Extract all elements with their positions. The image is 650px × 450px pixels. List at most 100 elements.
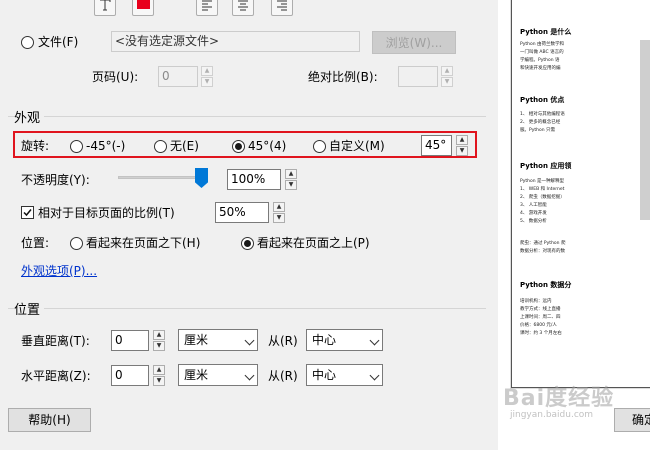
- opacity-slider-thumb[interactable]: [195, 168, 208, 188]
- preview-line: 培训机构：远内: [520, 299, 552, 304]
- baidu-watermark-logo: Bai度经验: [503, 386, 615, 411]
- rotation-custom-radio[interactable]: [313, 140, 326, 153]
- appearance-group-title: 外观: [14, 107, 45, 126]
- chevron-down-icon: [244, 370, 255, 381]
- opacity-stepper[interactable]: ▲ ▼: [285, 169, 297, 190]
- preview-line: 教学方式：线上直播: [520, 307, 561, 312]
- page-number-stepper[interactable]: ▲ ▼: [201, 66, 213, 87]
- rotation-minus45-label[interactable]: -45°(-): [86, 138, 125, 154]
- up-arrow-icon[interactable]: ▲: [201, 66, 213, 76]
- page-number-input[interactable]: 0: [158, 66, 198, 87]
- horizontal-unit-value: 厘米: [184, 368, 209, 382]
- vertical-from-value: 中心: [312, 333, 337, 347]
- up-arrow-icon[interactable]: ▲: [441, 66, 453, 76]
- opacity-input[interactable]: 100%: [227, 169, 281, 190]
- preview-line: 2、 更多的概念已经: [520, 120, 561, 125]
- preview-line: 价格：6800 元/人: [520, 323, 557, 328]
- preview-line: 数据分析：对现有的数: [520, 249, 565, 254]
- vertical-distance-stepper[interactable]: ▲ ▼: [153, 330, 165, 351]
- up-arrow-icon[interactable]: ▲: [285, 169, 297, 179]
- vertical-from-label: 从(R): [268, 334, 298, 348]
- behind-page-radio[interactable]: [70, 237, 83, 250]
- relative-scale-stepper[interactable]: ▲ ▼: [273, 202, 285, 223]
- preview-line: 3、 人工智能: [520, 203, 547, 208]
- preview-line: Python 由荷兰数学和: [520, 42, 565, 47]
- horizontal-distance-stepper[interactable]: ▲ ▼: [153, 365, 165, 386]
- color-swatch: [137, 0, 150, 9]
- up-arrow-icon[interactable]: ▲: [456, 135, 468, 145]
- down-arrow-icon[interactable]: ▼: [441, 77, 453, 87]
- font-color-button[interactable]: [132, 0, 154, 16]
- preview-line: 学编程。Python 语: [520, 58, 560, 63]
- horizontal-distance-input[interactable]: 0: [111, 365, 149, 386]
- above-page-radio[interactable]: [241, 237, 254, 250]
- absolute-scale-input[interactable]: [398, 66, 438, 87]
- rotation-custom-stepper[interactable]: ▲ ▼: [456, 135, 468, 156]
- absolute-scale-stepper[interactable]: ▲ ▼: [441, 66, 453, 87]
- rotation-none-label[interactable]: 无(E): [170, 138, 199, 154]
- preview-line: 2、 爬虫（数据挖掘）: [520, 195, 565, 200]
- preview-scrollbar[interactable]: [640, 40, 650, 220]
- down-arrow-icon[interactable]: ▼: [285, 180, 297, 190]
- down-arrow-icon[interactable]: ▼: [456, 146, 468, 156]
- relative-scale-checkbox[interactable]: [21, 206, 34, 219]
- horizontal-distance-label: 水平距离(Z):: [21, 369, 91, 383]
- down-arrow-icon[interactable]: ▼: [273, 213, 285, 223]
- rotation-custom-label[interactable]: 自定义(M): [329, 138, 385, 154]
- down-arrow-icon[interactable]: ▼: [201, 77, 213, 87]
- text-icon: [100, 0, 111, 11]
- down-arrow-icon[interactable]: ▼: [153, 341, 165, 351]
- opacity-label: 不透明度(Y):: [21, 173, 90, 187]
- align-right-icon: [277, 0, 287, 11]
- behind-page-label[interactable]: 看起来在页面之下(H): [86, 235, 200, 251]
- chevron-down-icon: [369, 370, 380, 381]
- preview-line: 和快速开发应用的编: [520, 66, 561, 71]
- horizontal-from-label: 从(R): [268, 369, 298, 383]
- position-group-title: 位置: [14, 299, 45, 318]
- align-center-button[interactable]: [232, 0, 254, 16]
- preview-line: Python 是一种解释型: [520, 179, 565, 184]
- down-arrow-icon[interactable]: ▼: [153, 376, 165, 386]
- rotation-minus45-radio[interactable]: [70, 140, 83, 153]
- help-button[interactable]: 帮助(H): [8, 408, 91, 432]
- align-center-icon: [238, 0, 248, 11]
- rotation-45-radio[interactable]: [232, 140, 245, 153]
- horizontal-from-select[interactable]: 中心: [306, 364, 383, 386]
- up-arrow-icon[interactable]: ▲: [153, 365, 165, 375]
- preview-heading-4: Python 数据分: [520, 281, 572, 289]
- preview-line: 上课时间：周二、四: [520, 315, 561, 320]
- vertical-from-select[interactable]: 中心: [306, 329, 383, 351]
- rotation-45-label[interactable]: 45°(4): [248, 138, 286, 154]
- relative-scale-label[interactable]: 相对于目标页面的比例(T): [38, 205, 175, 221]
- up-arrow-icon[interactable]: ▲: [153, 330, 165, 340]
- preview-line: 5、 数据分析: [520, 219, 547, 224]
- opacity-slider-track[interactable]: [118, 176, 208, 179]
- file-label: 文件(F): [38, 35, 79, 49]
- ok-button[interactable]: 确定: [614, 408, 650, 432]
- up-arrow-icon[interactable]: ▲: [273, 202, 285, 212]
- text-format-button[interactable]: [94, 0, 116, 16]
- position-group-divider: [8, 308, 486, 309]
- horizontal-from-value: 中心: [312, 368, 337, 382]
- vertical-distance-label: 垂直距离(T):: [21, 334, 90, 348]
- file-path-field: <没有选定源文件>: [111, 31, 360, 52]
- file-radio[interactable]: [21, 36, 34, 49]
- preview-line: 课时：约 3 个月左右: [520, 331, 562, 336]
- browse-button[interactable]: 浏览(W)...: [372, 31, 456, 54]
- preview-heading-1: Python 是什么: [520, 28, 572, 36]
- appearance-options-link[interactable]: 外观选项(P)...: [21, 263, 97, 279]
- preview-line: 1、 相对与其他编程语: [520, 112, 565, 117]
- rotation-none-radio[interactable]: [154, 140, 167, 153]
- vertical-distance-input[interactable]: 0: [111, 330, 149, 351]
- above-page-label[interactable]: 看起来在页面之上(P): [257, 235, 370, 251]
- absolute-scale-label: 绝对比例(B):: [308, 70, 378, 84]
- align-left-button[interactable]: [196, 0, 218, 16]
- vertical-unit-select[interactable]: 厘米: [178, 329, 258, 351]
- preview-heading-2: Python 优点: [520, 96, 565, 104]
- rotation-custom-input[interactable]: 45°: [421, 135, 452, 156]
- checkmark-icon: [23, 209, 32, 217]
- horizontal-unit-select[interactable]: 厘米: [178, 364, 258, 386]
- relative-scale-input[interactable]: 50%: [215, 202, 269, 223]
- preview-page: Python 是什么 Python 由荷兰数学和 一门叫做 ABC 语言的 学编…: [511, 0, 650, 388]
- align-right-button[interactable]: [271, 0, 293, 16]
